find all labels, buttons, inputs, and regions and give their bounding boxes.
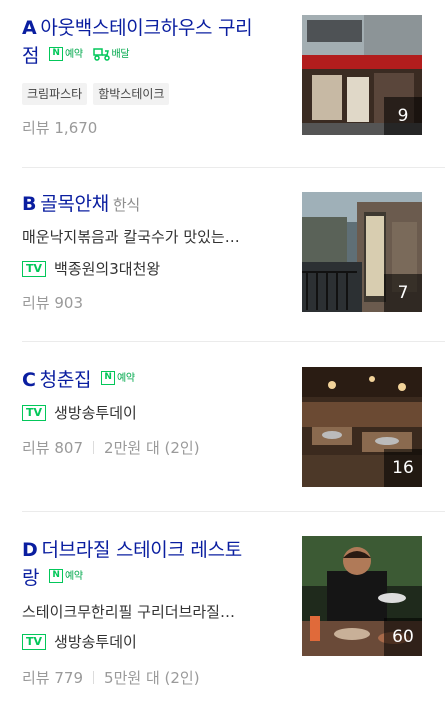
review-meta: 리뷰 903 xyxy=(22,292,83,313)
restaurant-category: 한식 xyxy=(112,196,140,214)
tag[interactable]: 크림파스타 xyxy=(22,83,88,105)
result-letter: B xyxy=(22,193,37,215)
restaurant-description: 스테이크무한리필 구리더브라질… xyxy=(22,603,235,621)
tv-appearance: TV 백종원의3대천왕 xyxy=(22,258,160,279)
result-letter: D xyxy=(22,539,38,561)
divider xyxy=(22,511,445,512)
restaurant-title[interactable]: D 더브라질 스테이크 레스토 랑 N 예약 xyxy=(22,536,272,592)
tv-appearance: TV 생방송투데이 xyxy=(22,402,137,423)
review-count: 807 xyxy=(54,438,84,457)
photo-count: 60 xyxy=(384,618,422,656)
review-meta: 리뷰 1,670 xyxy=(22,117,97,138)
restaurant-title[interactable]: C 청춘집 N 예약 xyxy=(22,366,272,394)
tv-show: 백종원의3대천왕 xyxy=(54,260,161,278)
tv-appearance: TV 생방송투데이 xyxy=(22,631,137,652)
restaurant-photo[interactable]: 9 xyxy=(302,15,422,135)
price-range: 5만원 대 (2인) xyxy=(104,669,200,687)
restaurant-photo[interactable]: 7 xyxy=(302,192,422,312)
restaurant-name[interactable]: 청춘집 xyxy=(40,369,92,391)
tv-icon: TV xyxy=(22,633,47,650)
separator xyxy=(93,441,95,454)
reservation-badge[interactable]: N 예약 xyxy=(100,371,135,386)
restaurant-photo[interactable]: 16 xyxy=(302,367,422,487)
price-range: 2만원 대 (2인) xyxy=(104,439,200,457)
delivery-badge[interactable]: 배달 xyxy=(92,47,130,62)
photo-count: 9 xyxy=(384,97,422,135)
result-letter: A xyxy=(22,17,37,39)
tv-icon: TV xyxy=(22,260,47,277)
tv-show: 생방송투데이 xyxy=(54,404,137,422)
restaurant-name-cont[interactable]: 점 xyxy=(22,45,39,67)
restaurant-title[interactable]: B 골목안채 한식 xyxy=(22,190,272,219)
naver-n-icon: N xyxy=(100,371,115,385)
divider xyxy=(22,167,445,168)
tag[interactable]: 함박스테이크 xyxy=(93,83,170,105)
review-label: 리뷰 xyxy=(22,119,50,137)
separator xyxy=(93,671,95,684)
divider xyxy=(22,341,445,342)
tag-list: 크림파스타 함박스테이크 xyxy=(22,83,170,105)
reservation-badge[interactable]: N 예약 xyxy=(48,569,83,584)
review-label: 리뷰 xyxy=(22,669,50,687)
review-count: 779 xyxy=(54,668,84,687)
restaurant-name-cont[interactable]: 랑 xyxy=(22,567,39,589)
restaurant-name[interactable]: 골목안채 xyxy=(40,193,109,215)
review-label: 리뷰 xyxy=(22,439,50,457)
naver-n-icon: N xyxy=(48,47,63,61)
restaurant-name[interactable]: 더브라질 스테이크 레스토 xyxy=(41,539,242,561)
review-count: 1,670 xyxy=(54,118,98,137)
restaurant-title[interactable]: A 아웃백스테이크하우스 구리 점 N 예약 배달 xyxy=(22,14,272,70)
restaurant-name[interactable]: 아웃백스테이크하우스 구리 xyxy=(40,17,252,39)
restaurant-photo[interactable]: 60 xyxy=(302,536,422,656)
review-label: 리뷰 xyxy=(22,294,50,312)
scooter-icon xyxy=(92,48,110,61)
photo-count: 16 xyxy=(384,449,422,487)
review-count: 903 xyxy=(54,293,84,312)
photo-count: 7 xyxy=(384,274,422,312)
reservation-badge[interactable]: N 예약 xyxy=(48,47,83,62)
tv-show: 생방송투데이 xyxy=(54,633,137,651)
review-meta: 리뷰 807 2만원 대 (2인) xyxy=(22,437,200,458)
restaurant-description: 매운낙지볶음과 칼국수가 맛있는… xyxy=(22,228,240,246)
result-letter: C xyxy=(22,369,36,391)
tv-icon: TV xyxy=(22,404,47,421)
review-meta: 리뷰 779 5만원 대 (2인) xyxy=(22,667,200,688)
naver-n-icon: N xyxy=(48,569,63,583)
